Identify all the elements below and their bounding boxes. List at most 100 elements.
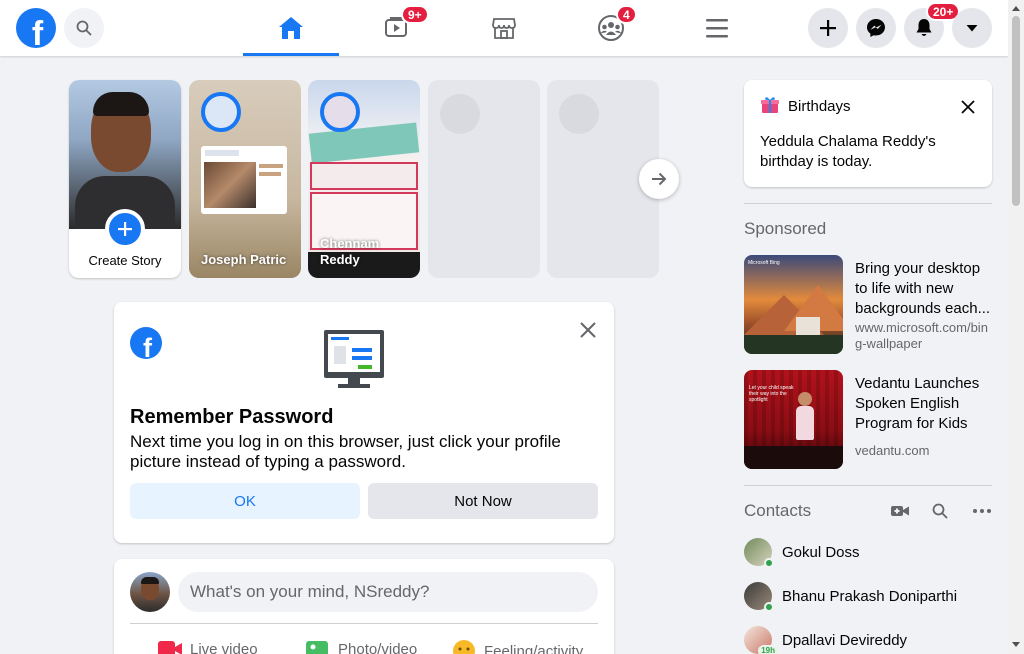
photo-video-label: Photo/video [338, 640, 418, 654]
account-menu-button[interactable] [952, 8, 992, 48]
contacts-options-button[interactable] [970, 501, 994, 521]
close-icon [580, 322, 596, 338]
facebook-logo-icon: f [130, 327, 162, 359]
ad-title: Vedantu Launches Spoken English Program … [855, 375, 980, 432]
search-icon [932, 503, 948, 519]
last-active-badge: 19h [758, 645, 778, 654]
sponsored-ad[interactable]: Microsoft Bing Bring your desktop to lif… [744, 255, 992, 355]
create-button[interactable] [808, 8, 848, 48]
ok-button[interactable]: OK [130, 483, 360, 519]
scroll-up-arrow-icon[interactable] [1012, 6, 1020, 11]
create-story-plus-button[interactable] [105, 209, 145, 249]
marketplace-icon [492, 18, 516, 39]
contact-item[interactable]: Gokul Doss [744, 534, 860, 570]
search-icon [76, 20, 92, 36]
placeholder-avatar [559, 94, 599, 134]
hamburger-menu-icon [706, 19, 728, 38]
search-button[interactable] [64, 8, 104, 48]
contact-name: Dpallavi Devireddy [782, 631, 908, 649]
ad-image-caption: Let your child speak their way into the … [749, 385, 794, 403]
plus-icon [118, 222, 132, 236]
profile-photo [69, 80, 181, 229]
plus-icon [820, 20, 836, 36]
birthdays-card: Birthdays Yeddula Chalama Reddy's birthd… [744, 80, 992, 187]
contact-avatar [744, 582, 774, 612]
online-indicator [764, 558, 774, 568]
user-avatar [130, 572, 170, 612]
facebook-logo-icon[interactable]: f [16, 8, 56, 48]
computer-illustration-icon [324, 330, 384, 390]
sponsored-title: Sponsored [744, 219, 827, 238]
sponsored-ad[interactable]: Let your child speak their way into the … [744, 370, 992, 470]
arrow-right-icon [652, 172, 667, 186]
live-video-icon [158, 641, 182, 654]
ad-url: www.microsoft.com/bing-wallpaper [855, 320, 988, 351]
story-author-name: Chennam Reddy [320, 236, 380, 267]
remember-password-card: f Remember Password Next time you log in… [114, 302, 614, 543]
photo-icon [306, 641, 328, 654]
feeling-activity-label: Feeling/activity [484, 642, 584, 654]
search-contacts-button[interactable] [928, 501, 952, 521]
scrollbar-thumb[interactable] [1012, 16, 1020, 206]
notifications-button[interactable]: 20+ [904, 2, 961, 48]
ad-image-caption: Microsoft Bing [748, 260, 780, 266]
live-video-button[interactable]: Live video [158, 639, 258, 654]
composer-divider [130, 623, 598, 624]
stories-next-button[interactable] [639, 159, 679, 199]
tab-marketplace[interactable] [456, 0, 552, 56]
ad-image: Microsoft Bing [744, 255, 843, 354]
home-icon [279, 17, 303, 39]
story-card[interactable]: Chennam Reddy [308, 80, 420, 278]
tab-watch[interactable]: 9+ [349, 0, 445, 56]
new-room-button[interactable] [888, 501, 912, 521]
not-now-button[interactable]: Not Now [368, 483, 598, 519]
story-avatar [201, 92, 241, 132]
online-indicator [764, 602, 774, 612]
video-camera-icon [891, 506, 909, 516]
remember-password-title: Remember Password [130, 406, 334, 428]
contact-avatar: 19h [744, 626, 778, 654]
contacts-title: Contacts [744, 501, 812, 520]
feeling-activity-button[interactable]: Feeling/activity [452, 639, 583, 654]
close-birthdays-button[interactable] [958, 97, 978, 117]
create-story-label: Create Story [88, 253, 162, 268]
ad-image: Let your child speak their way into the … [744, 370, 843, 469]
watch-badge: 9+ [401, 5, 429, 24]
more-options-icon [973, 509, 991, 513]
contact-name: Bhanu Prakash Doniparthi [782, 587, 958, 605]
contact-avatar [744, 538, 774, 568]
contact-item[interactable]: Bhanu Prakash Doniparthi [744, 578, 957, 614]
create-story-card[interactable]: Create Story [69, 80, 181, 278]
gift-icon [761, 97, 779, 113]
story-thumbnail [201, 146, 287, 214]
tab-groups[interactable]: 4 [563, 0, 659, 56]
smiley-icon [453, 640, 475, 654]
birthdays-title: Birthdays [788, 98, 851, 115]
story-card[interactable]: Joseph Patric [189, 80, 301, 278]
messenger-button[interactable] [856, 8, 896, 48]
story-placeholder [428, 80, 540, 278]
tab-menu[interactable] [669, 0, 765, 56]
story-author-name: Joseph Patric [201, 252, 287, 267]
close-icon [961, 100, 975, 114]
contact-item[interactable]: 19h Dpallavi Devireddy [744, 622, 907, 654]
placeholder-avatar [440, 94, 480, 134]
right-divider [744, 203, 992, 204]
close-button[interactable] [576, 318, 600, 342]
ad-title: Bring your desktop to life with new back… [855, 260, 991, 317]
whats-on-your-mind-input[interactable]: What's on your mind, NSreddy? [178, 572, 598, 612]
tab-home[interactable] [243, 0, 339, 56]
post-composer-card: What's on your mind, NSreddy? Live video… [114, 559, 614, 654]
birthday-message: Yeddula Chalama Reddy's birthday is toda… [760, 133, 936, 170]
caret-down-icon [966, 25, 978, 32]
scroll-down-arrow-icon[interactable] [1012, 642, 1020, 647]
ad-url: vedantu.com [855, 443, 930, 458]
groups-badge: 4 [616, 5, 637, 24]
contact-name: Gokul Doss [782, 543, 860, 561]
bell-icon [916, 19, 932, 36]
live-video-label: Live video [190, 640, 258, 654]
page-scrollbar[interactable] [1008, 0, 1024, 654]
right-divider [744, 485, 992, 486]
photo-video-button[interactable]: Photo/video [306, 639, 417, 654]
story-avatar [320, 92, 360, 132]
